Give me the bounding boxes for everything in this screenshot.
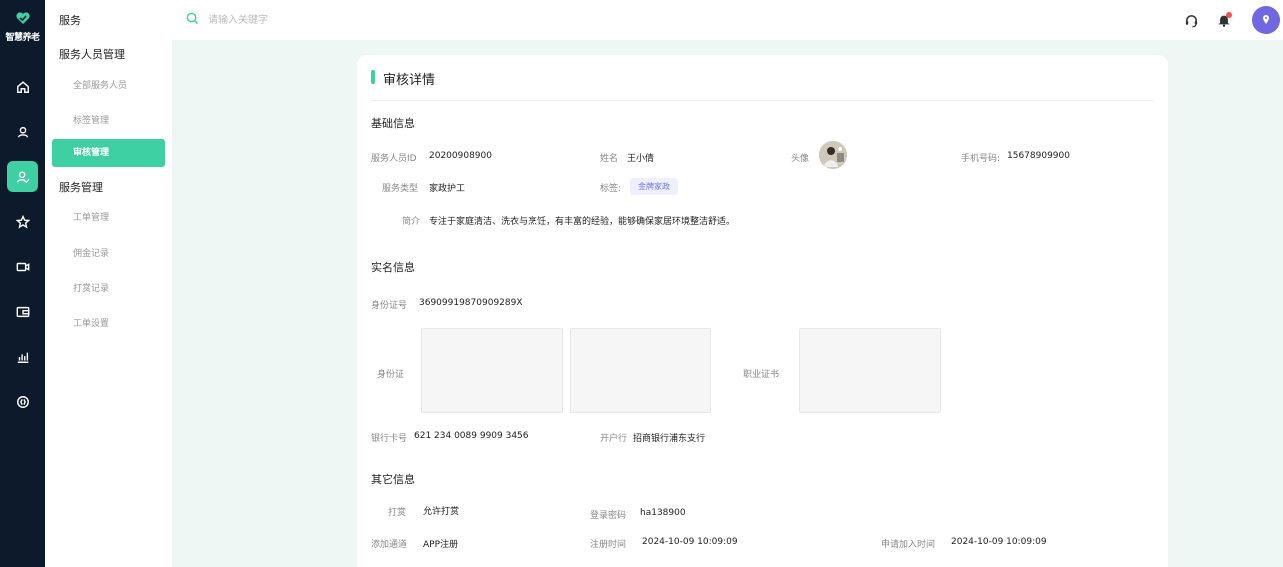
password-value: ha138900: [640, 508, 686, 518]
password-label: 登录密码: [590, 511, 627, 521]
avatar-label: 头像: [791, 154, 810, 164]
intro-label: 简介: [402, 217, 421, 227]
id-card-front-image[interactable]: [421, 328, 563, 413]
pin-icon: [1263, 15, 1269, 24]
rail-stats[interactable]: [7, 341, 38, 372]
bar-chart-icon: [17, 352, 28, 363]
id-number-label: 身份证号: [371, 301, 408, 311]
id-card-back-image[interactable]: [570, 328, 711, 413]
certificate-label: 职业证书: [743, 370, 780, 380]
nav-item-order-settings[interactable]: 工单设置: [73, 316, 109, 329]
user-icon: [17, 126, 28, 137]
card-divider: [371, 100, 1154, 101]
nav-item-all-staff[interactable]: 全部服务人员: [73, 78, 127, 91]
review-detail-card: 审核详情 基础信息 服务人员ID 20200908900 姓名 王小倩 头像 手…: [357, 55, 1168, 567]
rail-home[interactable]: [7, 71, 38, 102]
bank-card-value: 621 234 0089 9909 3456: [414, 431, 529, 441]
apply-time-value: 2024-10-09 10:09:09: [951, 537, 1047, 547]
home-icon: [16, 80, 29, 93]
tip-value: 允许打赏: [423, 507, 460, 517]
avatar-photo-icon: [819, 141, 847, 169]
customer-service-button[interactable]: [1182, 11, 1200, 29]
notification-dot: [1226, 12, 1232, 18]
nav-item-review-manage[interactable]: 审核管理: [52, 139, 165, 167]
title-accent-bar: [371, 70, 375, 84]
wallet-icon: [16, 306, 29, 317]
nav-section-service[interactable]: 服务管理: [59, 179, 103, 195]
headset-icon: [1185, 14, 1197, 27]
rail-user[interactable]: [7, 116, 38, 147]
card-title: 审核详情: [383, 73, 436, 88]
intro-value: 专注于家庭清洁、洗衣与烹饪，有丰富的经验，能够确保家居环境整洁舒适。: [429, 217, 736, 227]
search-input[interactable]: [208, 11, 508, 29]
register-time-value: 2024-10-09 10:09:09: [642, 537, 738, 547]
sub-navigation: 服务 服务人员管理 全部服务人员 标签管理 审核管理 服务管理 工单管理 佣金记…: [45, 0, 172, 567]
brand-logo[interactable]: 智慧养老: [0, 10, 45, 43]
user-check-icon: [16, 170, 30, 183]
staff-avatar[interactable]: [819, 141, 847, 169]
name-label: 姓名: [600, 154, 619, 164]
tag-label: 标签:: [600, 184, 622, 194]
tip-label: 打赏: [388, 508, 407, 518]
phone-value: 15678909900: [1007, 151, 1070, 161]
user-avatar-button[interactable]: [1252, 6, 1280, 34]
bank-branch-label: 开户行: [600, 434, 628, 444]
rail-staff[interactable]: [7, 161, 38, 192]
top-bar: [172, 0, 1283, 40]
section-other-info: 其它信息: [371, 473, 415, 486]
staff-id-label: 服务人员ID: [371, 154, 417, 164]
search-icon: [186, 12, 199, 25]
channel-label: 添加通道: [371, 540, 408, 550]
rail-star[interactable]: [7, 206, 38, 237]
nav-item-work-orders[interactable]: 工单管理: [73, 210, 109, 223]
bank-card-label: 银行卡号: [371, 434, 408, 444]
tag-badge: 金牌家政: [630, 178, 678, 195]
video-icon: [16, 262, 29, 271]
clock-icon: [16, 395, 29, 408]
brand-name: 智慧养老: [5, 33, 40, 43]
rail-wallet[interactable]: [7, 296, 38, 327]
rail-video[interactable]: [7, 251, 38, 282]
id-number-value: 36909919870909289X: [419, 298, 523, 308]
phone-label: 手机号码:: [961, 154, 1001, 164]
name-value: 王小倩: [627, 154, 655, 164]
nav-item-commission[interactable]: 佣金记录: [73, 246, 109, 259]
section-identity-info: 实名信息: [371, 261, 415, 274]
nav-item-tag-manage[interactable]: 标签管理: [73, 113, 109, 126]
register-time-label: 注册时间: [590, 540, 627, 550]
section-basic-info: 基础信息: [371, 117, 415, 130]
icon-rail: 智慧养老: [0, 0, 45, 567]
nav-top-label: 服务: [59, 14, 81, 27]
rail-history[interactable]: [7, 386, 38, 417]
bank-branch-value: 招商银行浦东支行: [633, 434, 706, 444]
service-type-value: 家政护工: [429, 184, 466, 194]
staff-id-value: 20200908900: [429, 151, 492, 161]
star-icon: [15, 214, 30, 229]
channel-value: APP注册: [423, 540, 459, 550]
notification-button[interactable]: [1215, 11, 1233, 29]
heart-logo-icon: [15, 12, 30, 24]
id-card-label: 身份证: [377, 370, 405, 380]
apply-time-label: 申请加入时间: [881, 540, 936, 550]
certificate-image[interactable]: [799, 328, 941, 413]
nav-section-staff[interactable]: 服务人员管理: [59, 46, 125, 62]
service-type-label: 服务类型: [382, 184, 419, 194]
nav-item-tips[interactable]: 打赏记录: [73, 281, 109, 294]
